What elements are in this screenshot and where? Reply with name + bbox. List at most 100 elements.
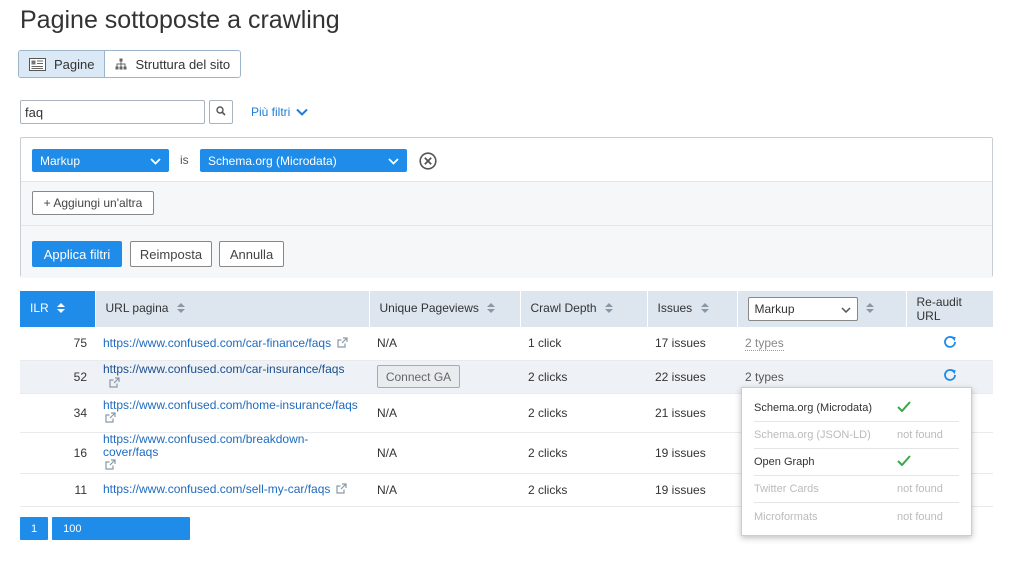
pageviews-cell: Connect GA — [369, 360, 520, 394]
page-number-button[interactable]: 1 — [20, 517, 49, 540]
tab-pages[interactable]: Pagine — [19, 51, 106, 77]
ilr-cell: 75 — [20, 327, 95, 361]
column-header-url[interactable]: URL pagina — [95, 291, 370, 327]
column-header-url-label: URL pagina — [105, 301, 169, 316]
markup-cell: 2 types — [737, 327, 906, 361]
pageviews-cell: N/A — [369, 327, 520, 361]
markup-types-popup: Schema.org (Microdata) Schema.org (JSON-… — [741, 387, 972, 536]
filter-value-select[interactable]: Schema.org (Microdata) — [200, 149, 407, 172]
url-cell: https://www.confused.com/car-insurance/f… — [95, 360, 369, 394]
ilr-cell: 11 — [20, 473, 95, 507]
depth-cell: 2 clicks — [520, 432, 647, 474]
markup-type-status: not found — [897, 429, 943, 441]
column-header-pageviews[interactable]: Unique Pageviews — [369, 291, 521, 327]
markup-type-row: Schema.org (JSON-LD) not found — [754, 422, 959, 449]
url-cell: https://www.confused.com/car-finance/faq… — [95, 327, 369, 361]
table-header-row: ILR URL pagina Unique Pageviews Crawl De… — [20, 291, 994, 327]
sort-icon — [56, 302, 66, 317]
url-cell: https://www.confused.com/home-insurance/… — [95, 393, 369, 433]
refresh-icon[interactable] — [943, 335, 957, 352]
pageviews-cell: N/A — [369, 432, 520, 474]
external-link-icon[interactable] — [336, 483, 348, 497]
page-url-link[interactable]: https://www.confused.com/breakdown-cover… — [103, 432, 308, 459]
check-icon — [897, 455, 911, 469]
reaudit-cell — [906, 327, 993, 361]
tab-site-structure[interactable]: Struttura del sito — [105, 51, 241, 77]
search-input[interactable] — [20, 100, 205, 124]
pagination: 1 100 — [20, 517, 191, 540]
ilr-cell: 52 — [20, 360, 95, 394]
markup-type-status: not found — [897, 510, 943, 523]
pageviews-cell: N/A — [369, 393, 520, 433]
depth-cell: 2 clicks — [520, 473, 647, 507]
issues-cell: 17 issues — [647, 327, 737, 361]
ilr-cell: 34 — [20, 393, 95, 433]
check-icon — [897, 401, 911, 415]
add-filter-button[interactable]: + Aggiungi un'altra — [32, 191, 154, 215]
external-link-icon[interactable] — [109, 377, 120, 391]
column-header-reaudit: Re-audit URL — [906, 291, 994, 327]
column-header-issues[interactable]: Issues — [647, 291, 738, 327]
markup-types-link[interactable]: 2 types — [745, 336, 784, 352]
page-url-link[interactable]: https://www.confused.com/car-insurance/f… — [103, 362, 344, 376]
markup-type-row: Twitter Cards not found — [754, 476, 959, 503]
markup-types-link[interactable]: 2 types — [745, 370, 784, 384]
pageviews-cell: N/A — [369, 473, 520, 507]
markup-column-select[interactable]: Markup — [747, 297, 858, 321]
page-url-link[interactable]: https://www.confused.com/sell-my-car/faq… — [103, 482, 330, 496]
filter-actions-row: Applica filtri Reimposta Annulla — [21, 226, 992, 278]
markup-type-name: Open Graph — [754, 456, 815, 468]
column-header-depth-label: Crawl Depth — [530, 301, 597, 316]
page-url-link[interactable]: https://www.confused.com/car-finance/faq… — [103, 336, 331, 350]
issues-cell: 22 issues — [647, 360, 737, 394]
connect-ga-button[interactable]: Connect GA — [377, 365, 460, 388]
markup-type-row: Microformats not found — [754, 503, 959, 530]
markup-type-name: Schema.org (Microdata) — [754, 402, 872, 414]
column-header-ilr[interactable]: ILR — [20, 291, 96, 327]
filter-operator: is — [180, 153, 189, 167]
search-icon — [216, 105, 226, 119]
cancel-button[interactable]: Annulla — [219, 241, 284, 267]
url-cell: https://www.confused.com/sell-my-car/faq… — [95, 473, 369, 507]
markup-type-status: not found — [897, 483, 943, 495]
depth-cell: 2 clicks — [520, 360, 647, 394]
markup-type-name: Microformats — [754, 510, 818, 523]
filter-field-select[interactable]: Markup — [32, 149, 169, 172]
tab-pages-label: Pagine — [54, 56, 95, 72]
external-link-icon[interactable] — [105, 458, 116, 473]
issues-cell: 21 issues — [647, 393, 737, 433]
external-link-icon[interactable] — [105, 412, 116, 426]
page-title: Pagine sottoposte a crawling — [20, 6, 340, 34]
pages-icon — [29, 57, 46, 71]
per-page-select[interactable]: 100 — [52, 517, 191, 540]
filter-value-label: Schema.org (Microdata) — [208, 153, 337, 168]
apply-filters-button[interactable]: Applica filtri — [32, 241, 122, 267]
chevron-down-icon — [150, 154, 161, 168]
chevron-down-icon — [296, 105, 309, 119]
ilr-cell: 16 — [20, 432, 95, 474]
issues-cell: 19 issues — [647, 432, 737, 474]
column-header-issues-label: Issues — [657, 301, 693, 316]
markup-type-name: Twitter Cards — [754, 483, 819, 495]
more-filters-label: Più filtri — [251, 105, 291, 119]
sort-icon — [700, 302, 710, 317]
column-header-ilr-label: ILR — [30, 301, 49, 316]
column-header-pageviews-label: Unique Pageviews — [379, 301, 479, 316]
sort-icon[interactable] — [865, 302, 875, 317]
column-header-markup: Markup — [737, 291, 907, 327]
clear-circle-icon[interactable] — [419, 152, 437, 170]
external-link-icon[interactable] — [337, 337, 348, 351]
page-url-link[interactable]: https://www.confused.com/home-insurance/… — [103, 398, 358, 412]
sort-icon — [176, 302, 186, 317]
chevron-down-icon — [840, 302, 851, 316]
markup-column-select-label: Markup — [754, 302, 795, 316]
markup-type-name: Schema.org (JSON-LD) — [754, 429, 871, 441]
column-header-depth[interactable]: Crawl Depth — [520, 291, 648, 327]
column-header-reaudit-label: Re-audit URL — [916, 295, 962, 323]
more-filters-toggle[interactable]: Più filtri — [251, 105, 309, 119]
search-button[interactable] — [209, 100, 233, 124]
reset-button[interactable]: Reimposta — [130, 241, 212, 267]
markup-type-row: Schema.org (Microdata) — [754, 395, 959, 422]
markup-type-status — [897, 455, 959, 469]
refresh-icon[interactable] — [943, 368, 957, 385]
